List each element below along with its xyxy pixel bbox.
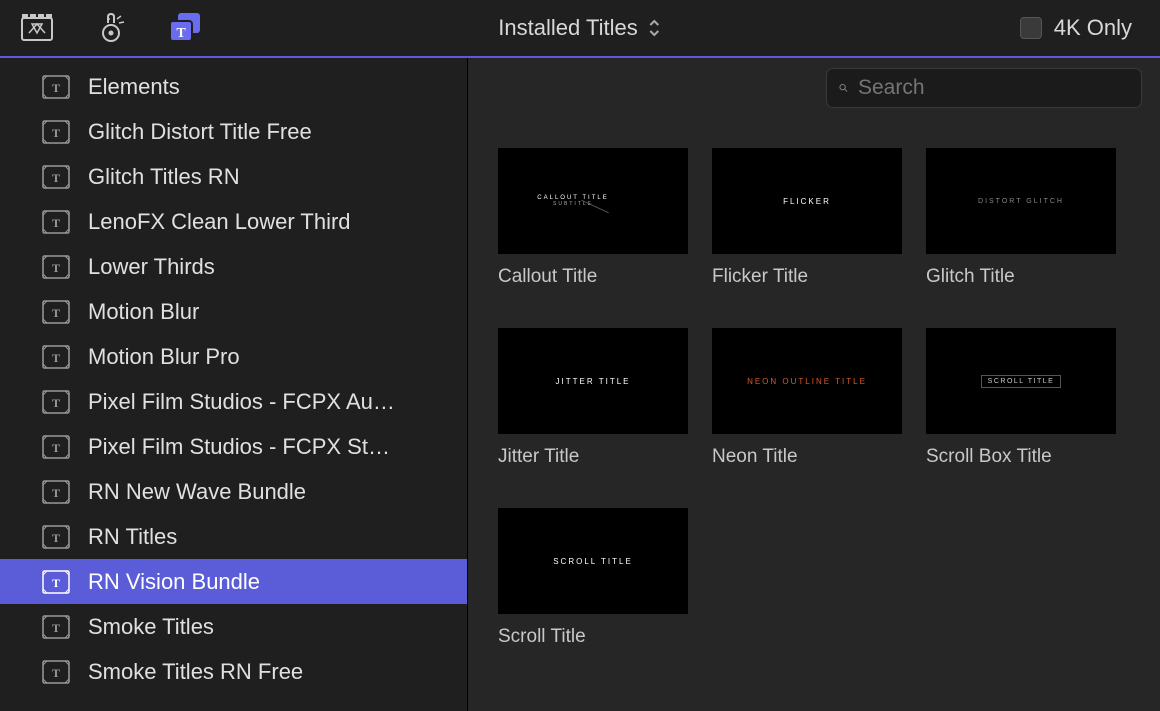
svg-text:T: T <box>52 666 60 680</box>
title-category-icon: T <box>42 570 70 594</box>
sidebar-item[interactable]: T Smoke Titles RN Free <box>0 649 467 694</box>
search-input[interactable] <box>858 76 1129 100</box>
title-category-icon: T <box>42 300 70 324</box>
title-tile[interactable]: DISTORT GLITCH Glitch Title <box>926 148 1116 288</box>
topbar-right: 4K Only <box>1020 15 1160 41</box>
topbar-tabs: T <box>0 13 202 43</box>
sidebar-item[interactable]: T Pixel Film Studios - FCPX St… <box>0 424 467 469</box>
svg-text:T: T <box>52 171 60 185</box>
svg-text:T: T <box>52 261 60 275</box>
sidebar-item-label: Smoke Titles <box>88 614 214 640</box>
title-label: Callout Title <box>498 266 688 288</box>
title-tile[interactable]: NEON OUTLINE TITLE Neon Title <box>712 328 902 468</box>
title-label: Neon Title <box>712 446 902 468</box>
sidebar-item[interactable]: T Motion Blur <box>0 289 467 334</box>
title-category-icon: T <box>42 255 70 279</box>
title-thumbnail: CALLOUT TITLE SUBTITLE <box>498 148 688 254</box>
title-label: Glitch Title <box>926 266 1116 288</box>
titles-grid: CALLOUT TITLE SUBTITLE Callout Title FLI… <box>468 108 1160 648</box>
chevron-updown-icon <box>648 18 662 38</box>
sidebar-item[interactable]: T LenoFX Clean Lower Third <box>0 199 467 244</box>
title-category-icon: T <box>42 660 70 684</box>
title-tile[interactable]: JITTER TITLE Jitter Title <box>498 328 688 468</box>
sidebar-item[interactable]: T Smoke Titles <box>0 604 467 649</box>
sidebar-item-label: Motion Blur Pro <box>88 344 240 370</box>
video-browser-tab-icon[interactable] <box>20 13 54 43</box>
sidebar-item[interactable]: T Pixel Film Studios - FCPX Au… <box>0 379 467 424</box>
title-category-icon: T <box>42 525 70 549</box>
title-label: Jitter Title <box>498 446 688 468</box>
category-dropdown[interactable]: Installed Titles <box>498 15 661 41</box>
title-thumbnail: SCROLL TITLE <box>498 508 688 614</box>
sidebar-item-label: Glitch Titles RN <box>88 164 240 190</box>
title-category-icon: T <box>42 390 70 414</box>
title-thumbnail: SCROLL TITLE <box>926 328 1116 434</box>
topbar: T Installed Titles 4K Only <box>0 0 1160 58</box>
titles-browser-tab-icon[interactable]: T <box>168 13 202 43</box>
sidebar: T Elements T Glitch Distort Title Free T… <box>0 58 468 711</box>
title-thumbnail: DISTORT GLITCH <box>926 148 1116 254</box>
category-dropdown-label: Installed Titles <box>498 15 637 41</box>
sidebar-item[interactable]: T Glitch Distort Title Free <box>0 109 467 154</box>
title-category-icon: T <box>42 615 70 639</box>
sidebar-item-label: Pixel Film Studios - FCPX St… <box>88 434 390 460</box>
sidebar-item[interactable]: T Glitch Titles RN <box>0 154 467 199</box>
title-category-icon: T <box>42 165 70 189</box>
title-thumbnail: FLICKER <box>712 148 902 254</box>
4k-only-label: 4K Only <box>1054 15 1132 41</box>
sidebar-item[interactable]: T Elements <box>0 64 467 109</box>
title-label: Scroll Box Title <box>926 446 1116 468</box>
title-thumbnail: JITTER TITLE <box>498 328 688 434</box>
svg-text:T: T <box>52 486 60 500</box>
main-panel: CALLOUT TITLE SUBTITLE Callout Title FLI… <box>468 58 1160 711</box>
svg-text:T: T <box>52 216 60 230</box>
sidebar-item[interactable]: T Motion Blur Pro <box>0 334 467 379</box>
title-category-icon: T <box>42 435 70 459</box>
sidebar-item-label: Elements <box>88 74 180 100</box>
audio-browser-tab-icon[interactable] <box>94 13 128 43</box>
svg-text:T: T <box>52 126 60 140</box>
search-wrap <box>468 58 1160 108</box>
sidebar-item-label: RN Vision Bundle <box>88 569 260 595</box>
svg-text:T: T <box>52 396 60 410</box>
sidebar-item-label: Smoke Titles RN Free <box>88 659 303 685</box>
title-category-icon: T <box>42 120 70 144</box>
sidebar-item-label: LenoFX Clean Lower Third <box>88 209 351 235</box>
svg-text:T: T <box>176 26 186 41</box>
svg-text:T: T <box>52 306 60 320</box>
sidebar-item[interactable]: T RN New Wave Bundle <box>0 469 467 514</box>
title-tile[interactable]: SCROLL TITLE Scroll Box Title <box>926 328 1116 468</box>
svg-text:T: T <box>52 621 60 635</box>
sidebar-item-label: RN New Wave Bundle <box>88 479 306 505</box>
sidebar-item-label: Motion Blur <box>88 299 199 325</box>
title-category-icon: T <box>42 480 70 504</box>
sidebar-item-label: Pixel Film Studios - FCPX Au… <box>88 389 395 415</box>
title-thumbnail: NEON OUTLINE TITLE <box>712 328 902 434</box>
svg-text:T: T <box>52 576 60 590</box>
sidebar-item[interactable]: T RN Titles <box>0 514 467 559</box>
title-label: Scroll Title <box>498 626 688 648</box>
title-category-icon: T <box>42 75 70 99</box>
sidebar-item-label: Lower Thirds <box>88 254 215 280</box>
sidebar-item[interactable]: T RN Vision Bundle <box>0 559 467 604</box>
search-field[interactable] <box>826 68 1142 108</box>
title-category-icon: T <box>42 210 70 234</box>
title-tile[interactable]: FLICKER Flicker Title <box>712 148 902 288</box>
svg-text:T: T <box>52 441 60 455</box>
content: T Elements T Glitch Distort Title Free T… <box>0 58 1160 711</box>
title-label: Flicker Title <box>712 266 902 288</box>
title-tile[interactable]: SCROLL TITLE Scroll Title <box>498 508 688 648</box>
sidebar-item-label: Glitch Distort Title Free <box>88 119 312 145</box>
title-category-icon: T <box>42 345 70 369</box>
svg-text:T: T <box>52 351 60 365</box>
svg-text:T: T <box>52 531 60 545</box>
4k-only-checkbox[interactable] <box>1020 17 1042 39</box>
sidebar-item[interactable]: T Lower Thirds <box>0 244 467 289</box>
svg-text:T: T <box>52 81 60 95</box>
search-icon <box>839 78 848 98</box>
sidebar-item-label: RN Titles <box>88 524 177 550</box>
title-tile[interactable]: CALLOUT TITLE SUBTITLE Callout Title <box>498 148 688 288</box>
